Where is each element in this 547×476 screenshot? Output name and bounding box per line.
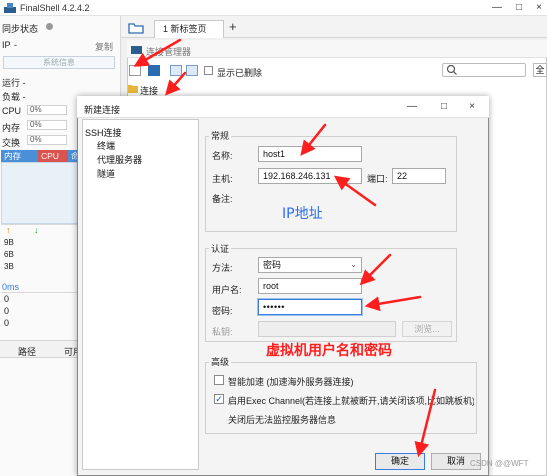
- arrow-name: [300, 123, 327, 156]
- arrow-host: [333, 175, 377, 207]
- arrow-connections: [165, 71, 187, 96]
- annotation-arrows: [133, 38, 437, 458]
- arrow-password: [364, 295, 422, 312]
- arrow-new-button: [133, 38, 182, 67]
- arrow-username: [359, 253, 392, 286]
- arrow-ok: [414, 388, 437, 458]
